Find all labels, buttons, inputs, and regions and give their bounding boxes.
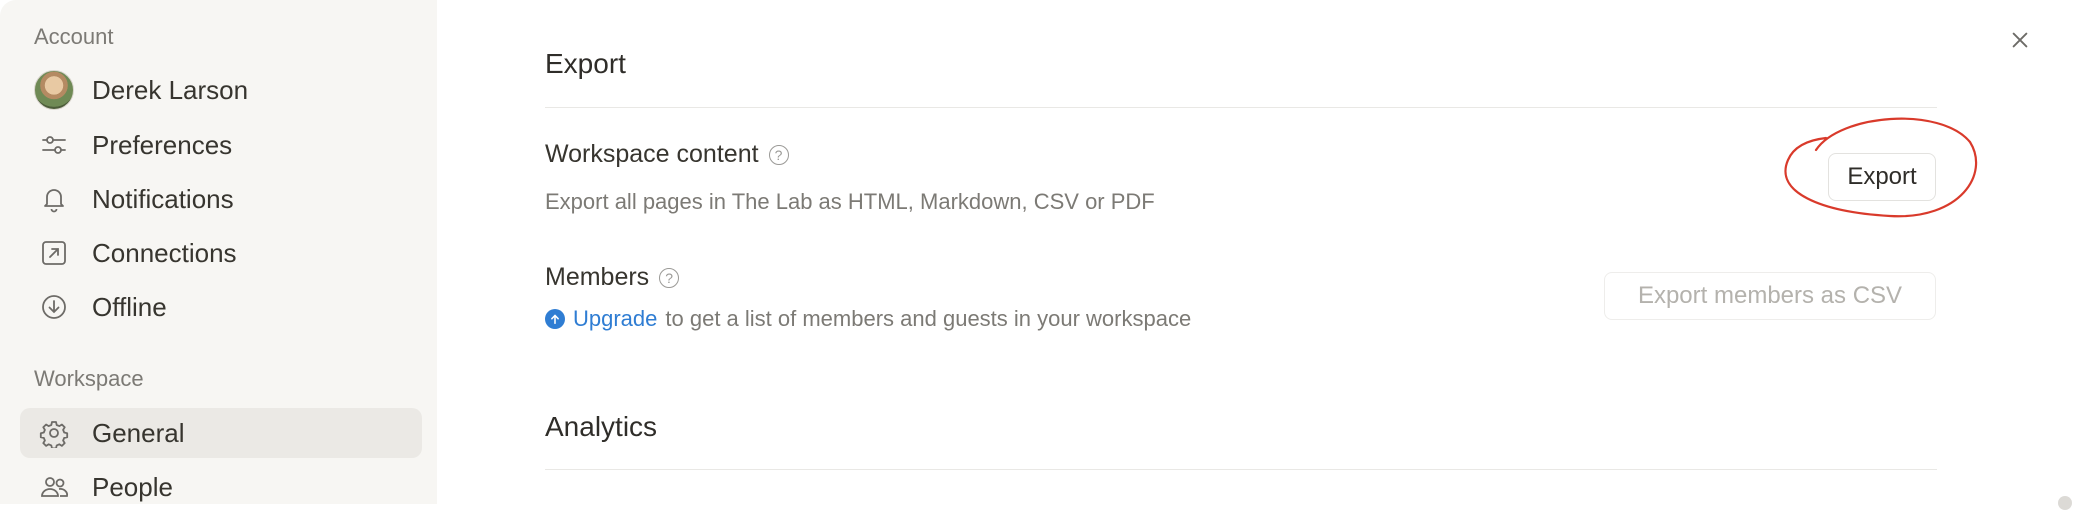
export-heading: Export	[545, 48, 626, 79]
members-description: Upgrade to get a list of members and gue…	[545, 306, 1191, 332]
sidebar-item-label: Notifications	[92, 183, 234, 214]
sidebar-item-label: Offline	[92, 291, 167, 322]
sidebar-item-connections[interactable]: Connections	[20, 228, 422, 278]
divider	[545, 469, 1937, 470]
download-circle-icon	[34, 287, 74, 327]
workspace-content-title: Workspace content ?	[545, 140, 789, 169]
workspace-content-description: Export all pages in The Lab as HTML, Mar…	[545, 189, 1155, 214]
arrow-up-right-box-icon	[34, 233, 74, 273]
sidebar-item-label: Connections	[92, 237, 237, 268]
sidebar-item-label: People	[92, 471, 173, 502]
members-title: Members ?	[545, 263, 680, 292]
help-icon[interactable]: ?	[768, 144, 789, 165]
workspace-content-label: Workspace content	[545, 140, 759, 168]
people-icon	[34, 467, 74, 507]
sidebar-item-general[interactable]: General	[20, 408, 422, 458]
sidebar-item-notifications[interactable]: Notifications	[20, 174, 422, 224]
close-button[interactable]	[2004, 24, 2036, 56]
export-button[interactable]: Export	[1828, 153, 1936, 201]
analytics-heading: Analytics	[545, 411, 658, 442]
sidebar-item-offline[interactable]: Offline	[20, 282, 422, 332]
upgrade-arrow-icon	[545, 309, 565, 329]
members-label: Members	[545, 263, 650, 291]
sidebar-item-account[interactable]: Derek Larson	[20, 65, 422, 115]
export-members-csv-button[interactable]: Export members as CSV	[1604, 272, 1936, 320]
gear-icon	[34, 413, 74, 453]
workspace-section-label: Workspace	[34, 366, 144, 391]
help-icon[interactable]: ?	[659, 267, 680, 288]
scrollbar-thumb[interactable]	[2058, 496, 2072, 510]
sliders-icon	[34, 125, 74, 165]
upgrade-link[interactable]: Upgrade	[573, 306, 657, 332]
bell-icon	[34, 179, 74, 219]
sidebar-item-label: Preferences	[92, 129, 233, 160]
avatar	[34, 70, 74, 110]
sidebar-item-preferences[interactable]: Preferences	[20, 120, 422, 170]
divider	[545, 107, 1937, 108]
account-section-label: Account	[34, 24, 114, 49]
user-name: Derek Larson	[92, 74, 249, 105]
avatar-wrapper	[34, 70, 74, 110]
members-description-text: to get a list of members and guests in y…	[665, 306, 1192, 331]
sidebar-item-people[interactable]: People	[20, 462, 422, 512]
close-icon	[2012, 32, 2028, 48]
sidebar-item-label: General	[92, 417, 185, 448]
settings-sidebar: Account Derek Larson Preferences Notific…	[0, 0, 437, 504]
